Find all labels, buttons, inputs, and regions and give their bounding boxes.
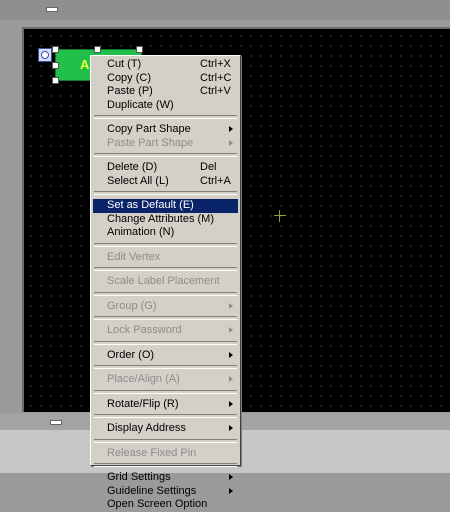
menu-item-scale-label-placement: Scale Label Placement: [107, 275, 220, 287]
menu-separator: [94, 365, 237, 369]
menu-item-order[interactable]: Order (O): [93, 349, 238, 363]
submenu-arrow-icon: [229, 126, 233, 132]
menu-item-copy[interactable]: Copy (C) Ctrl+C: [93, 72, 238, 86]
resize-handle-bottom[interactable]: [50, 420, 62, 425]
submenu-arrow-icon: [229, 400, 233, 407]
menu-item-duplicate[interactable]: Duplicate (W): [93, 99, 238, 113]
menu-item-display-address[interactable]: Display Address: [93, 422, 238, 436]
menu-separator: [94, 438, 237, 443]
submenu-arrow-icon: [229, 425, 233, 431]
menu-item-paste-part-shape: Paste Part Shape: [93, 137, 238, 151]
menu-item-cut[interactable]: Cut (T) Ctrl+X: [93, 58, 238, 72]
submenu-arrow-icon: [229, 139, 233, 146]
submenu-arrow-icon: [229, 487, 233, 494]
menu-separator: [94, 340, 237, 345]
menu-item-change-attributes[interactable]: Change Attributes (M): [93, 213, 238, 227]
part-icon: [38, 48, 52, 62]
selection-handle-top[interactable]: [94, 46, 101, 53]
menu-separator: [94, 389, 237, 394]
resize-handle-top[interactable]: [46, 7, 58, 12]
menu-item-lock-password: Lock Password: [93, 324, 238, 338]
menu-item-release-fixed-pin: Release Fixed Pin: [107, 446, 197, 459]
menu-item-select-all[interactable]: Select All (L) Ctrl+A: [93, 175, 238, 189]
menu-separator: [94, 153, 237, 157]
menu-item-open-screen-option[interactable]: Open Screen Option: [93, 498, 238, 512]
menu-item-place-align: Place/Align (A): [93, 373, 238, 387]
selection-handle-tl[interactable]: [52, 46, 59, 53]
submenu-arrow-icon: [229, 351, 233, 358]
menu-separator: [94, 463, 237, 467]
menu-item-paste[interactable]: Paste (P) Ctrl+V: [93, 85, 238, 99]
context-menu: Cut (T) Ctrl+X Copy (C) Ctrl+C Paste (P) Ct…: [90, 55, 241, 510]
menu-item-grid-settings[interactable]: Grid Settings: [93, 471, 238, 485]
selection-handle-left[interactable]: [52, 62, 59, 69]
selection-handle-tr[interactable]: [136, 46, 143, 53]
menu-separator: [94, 291, 237, 296]
menu-separator: [94, 191, 237, 195]
menu-item-edit-vertex: Edit Vertex: [107, 250, 161, 263]
menu-item-guideline-settings[interactable]: Guideline Settings: [93, 485, 238, 499]
menu-item-set-as-default[interactable]: Set as Default (E): [93, 199, 238, 213]
submenu-arrow-icon: [229, 376, 233, 382]
menu-item-delete[interactable]: Delete (D) Del: [93, 161, 238, 175]
selection-handle-bl[interactable]: [52, 77, 59, 84]
menu-separator: [94, 242, 237, 247]
menu-separator: [94, 267, 237, 271]
menu-item-rotate-flip[interactable]: Rotate/Flip (R): [93, 398, 238, 412]
menu-item-group: Group (G): [93, 300, 238, 314]
crosshair-cursor-icon: [274, 210, 286, 222]
menu-item-copy-part-shape[interactable]: Copy Part Shape: [93, 123, 238, 137]
menu-item-animation[interactable]: Animation (N): [93, 226, 238, 240]
submenu-arrow-icon: [229, 302, 233, 309]
menu-separator: [94, 316, 237, 320]
top-ruler-area: [0, 0, 450, 20]
submenu-arrow-icon: [229, 474, 233, 480]
menu-separator: [94, 414, 237, 418]
menu-separator: [94, 115, 237, 119]
submenu-arrow-icon: [229, 327, 233, 333]
